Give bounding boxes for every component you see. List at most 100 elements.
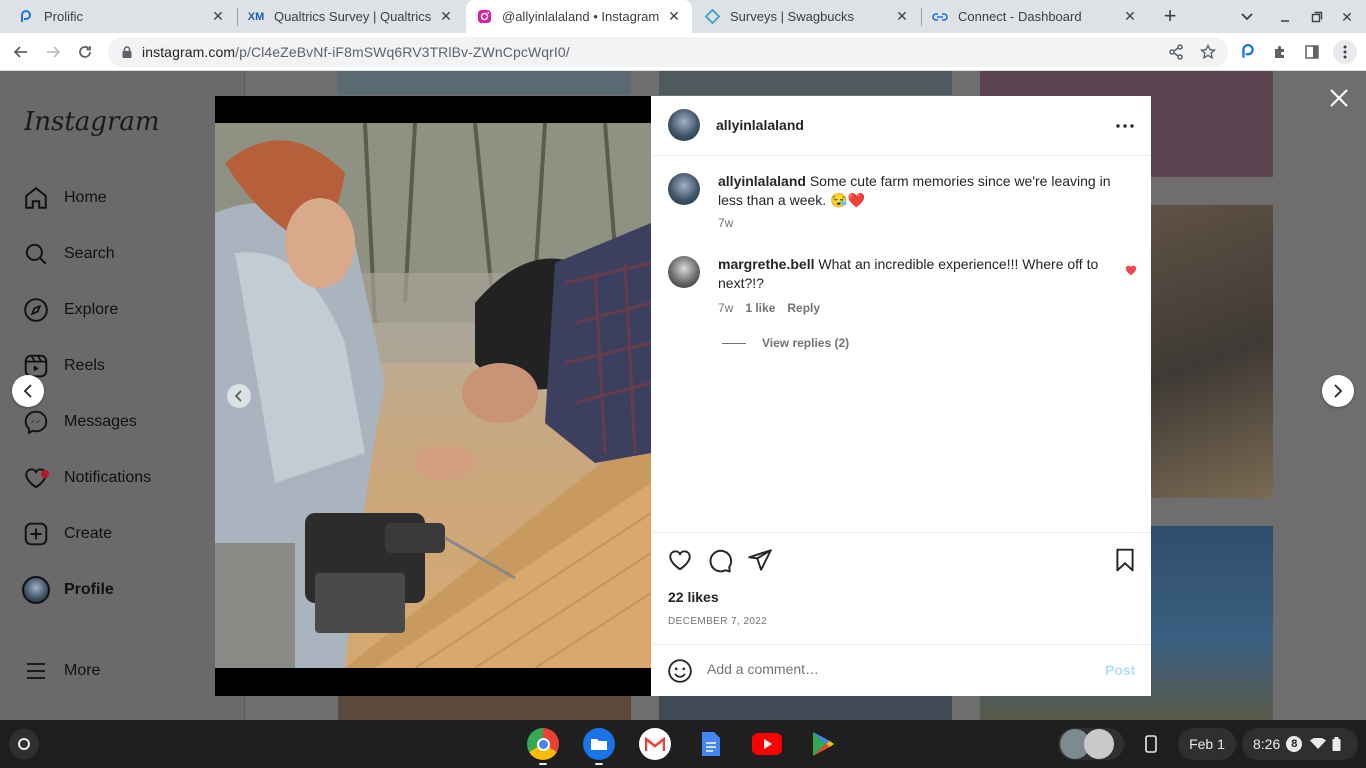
grid-thumbnail[interactable]: [338, 695, 631, 720]
tab-instagram[interactable]: @allyinlalaland • Instagram ph ✕: [466, 0, 692, 33]
post-actions: 22 likes DECEMBER 7, 2022: [651, 532, 1151, 644]
nav-profile[interactable]: Profile: [22, 570, 114, 610]
date-label: Feb 1: [1189, 736, 1225, 752]
instagram-logo[interactable]: Instagram: [24, 107, 160, 137]
phone-hub-icon[interactable]: [1136, 728, 1166, 760]
close-icon[interactable]: ✕: [210, 8, 226, 25]
prolific-extension-icon[interactable]: [1237, 41, 1259, 63]
status-tray[interactable]: 8:26 8: [1242, 728, 1358, 760]
comment-likes[interactable]: 1 like: [745, 301, 775, 315]
comment-input[interactable]: [707, 661, 1087, 677]
post-date[interactable]: DECEMBER 7, 2022: [668, 616, 767, 627]
instagram-icon: [476, 9, 492, 25]
close-icon[interactable]: ✕: [666, 8, 682, 25]
nav-messages[interactable]: Messages: [22, 402, 137, 442]
youtube-app-icon[interactable]: [751, 728, 783, 760]
thumbnail-preview: [1084, 729, 1114, 759]
post-photo[interactable]: [215, 123, 651, 668]
back-icon[interactable]: [8, 39, 34, 65]
qualtrics-icon: XM: [247, 10, 265, 23]
nav-label: Create: [64, 525, 113, 542]
tab-search-icon[interactable]: [1236, 6, 1258, 28]
tab-connect[interactable]: Connect - Dashboard ✕: [922, 0, 1148, 33]
side-panel-icon[interactable]: [1301, 41, 1323, 63]
minimize-icon[interactable]: [1274, 6, 1296, 28]
close-icon[interactable]: ✕: [438, 8, 454, 25]
divider: [722, 342, 746, 344]
prolific-icon: [18, 9, 34, 25]
create-icon: [22, 520, 50, 548]
date-tray[interactable]: Feb 1: [1178, 728, 1236, 760]
caption-meta: 7w: [718, 216, 733, 230]
comment-bubble-icon[interactable]: [707, 547, 733, 573]
more-options-icon[interactable]: [1113, 114, 1137, 138]
nav-search[interactable]: Search: [22, 234, 115, 274]
close-modal-button[interactable]: [1326, 85, 1352, 111]
nav-notifications[interactable]: Notifications: [22, 458, 151, 498]
notification-count-badge: 8: [1286, 736, 1303, 752]
nav-home[interactable]: Home: [22, 178, 107, 218]
share-icon[interactable]: [1165, 41, 1187, 63]
nav-more[interactable]: More: [22, 651, 100, 691]
files-app-icon[interactable]: [583, 728, 615, 760]
chrome-app-icon[interactable]: [527, 728, 559, 760]
share-paper-plane-icon[interactable]: [747, 547, 773, 573]
bookmark-star-icon[interactable]: [1197, 41, 1219, 63]
previous-post-button[interactable]: [12, 375, 44, 407]
hamburger-icon: [22, 657, 50, 685]
explore-icon: [22, 296, 50, 324]
likes-count[interactable]: 22 likes: [668, 589, 719, 605]
chrome-center: [536, 737, 550, 751]
next-post-button[interactable]: [1322, 375, 1354, 407]
profile-avatar: [22, 576, 50, 604]
lock-icon[interactable]: [120, 45, 134, 59]
save-bookmark-icon[interactable]: [1112, 547, 1138, 573]
emoji-icon[interactable]: [667, 658, 693, 684]
close-icon[interactable]: ✕: [894, 8, 910, 25]
nav-label: Profile: [64, 581, 114, 598]
extensions-icon[interactable]: [1269, 41, 1291, 63]
like-heart-icon[interactable]: [667, 547, 693, 573]
author-username[interactable]: allyinlalaland: [716, 117, 804, 133]
view-replies-button[interactable]: View replies (2): [722, 336, 849, 350]
nav-label: Reels: [64, 357, 105, 374]
tab-strip: Prolific ✕ XM Qualtrics Survey | Qualtri…: [0, 0, 1366, 33]
play-store-app-icon[interactable]: [807, 728, 839, 760]
tab-swagbucks[interactable]: Surveys | Swagbucks ✕: [694, 0, 920, 33]
nav-explore[interactable]: Explore: [22, 290, 118, 330]
restore-icon[interactable]: [1306, 6, 1328, 28]
liked-heart-icon[interactable]: [1124, 263, 1138, 277]
grid-thumbnail[interactable]: [338, 71, 631, 95]
grid-thumbnail[interactable]: [659, 695, 952, 720]
author-avatar[interactable]: [668, 109, 700, 141]
tab-prolific[interactable]: Prolific ✕: [8, 0, 236, 33]
tab-qualtrics[interactable]: XM Qualtrics Survey | Qualtrics Exp ✕: [238, 0, 464, 33]
tab-title: Connect - Dashboard: [958, 9, 1082, 24]
home-icon: [22, 184, 50, 212]
caption-username[interactable]: allyinlalaland: [718, 173, 806, 189]
holding-space-tray[interactable]: [1058, 728, 1124, 760]
chevron-left-icon: [23, 384, 32, 398]
commenter-avatar[interactable]: [668, 256, 700, 288]
docs-app-icon[interactable]: [695, 728, 727, 760]
post-button[interactable]: Post: [1105, 662, 1135, 678]
swagbucks-icon: [704, 9, 720, 25]
address-bar[interactable]: instagram.com/p/Cl4eZeBvNf-iF8mSWq6RV3TR…: [108, 37, 1228, 67]
menu-kebab-icon[interactable]: [1333, 40, 1357, 64]
tab-title: Prolific: [44, 9, 84, 24]
nav-create[interactable]: Create: [22, 514, 112, 554]
battery-icon: [1332, 737, 1341, 751]
gmail-app-icon[interactable]: [639, 728, 671, 760]
reply-button[interactable]: Reply: [787, 301, 820, 315]
close-window-icon[interactable]: ✕: [1336, 6, 1358, 28]
carousel-previous-button[interactable]: [227, 384, 251, 408]
forward-icon[interactable]: [40, 39, 66, 65]
close-icon[interactable]: ✕: [1122, 8, 1138, 25]
reload-icon[interactable]: [72, 39, 98, 65]
grid-thumbnail[interactable]: [659, 71, 952, 95]
caption-avatar[interactable]: [668, 173, 700, 205]
new-tab-icon[interactable]: +: [1158, 3, 1182, 28]
comment-username[interactable]: margrethe.bell: [718, 256, 814, 272]
view-replies-label: View replies (2): [762, 336, 850, 350]
launcher-button[interactable]: [9, 729, 39, 759]
